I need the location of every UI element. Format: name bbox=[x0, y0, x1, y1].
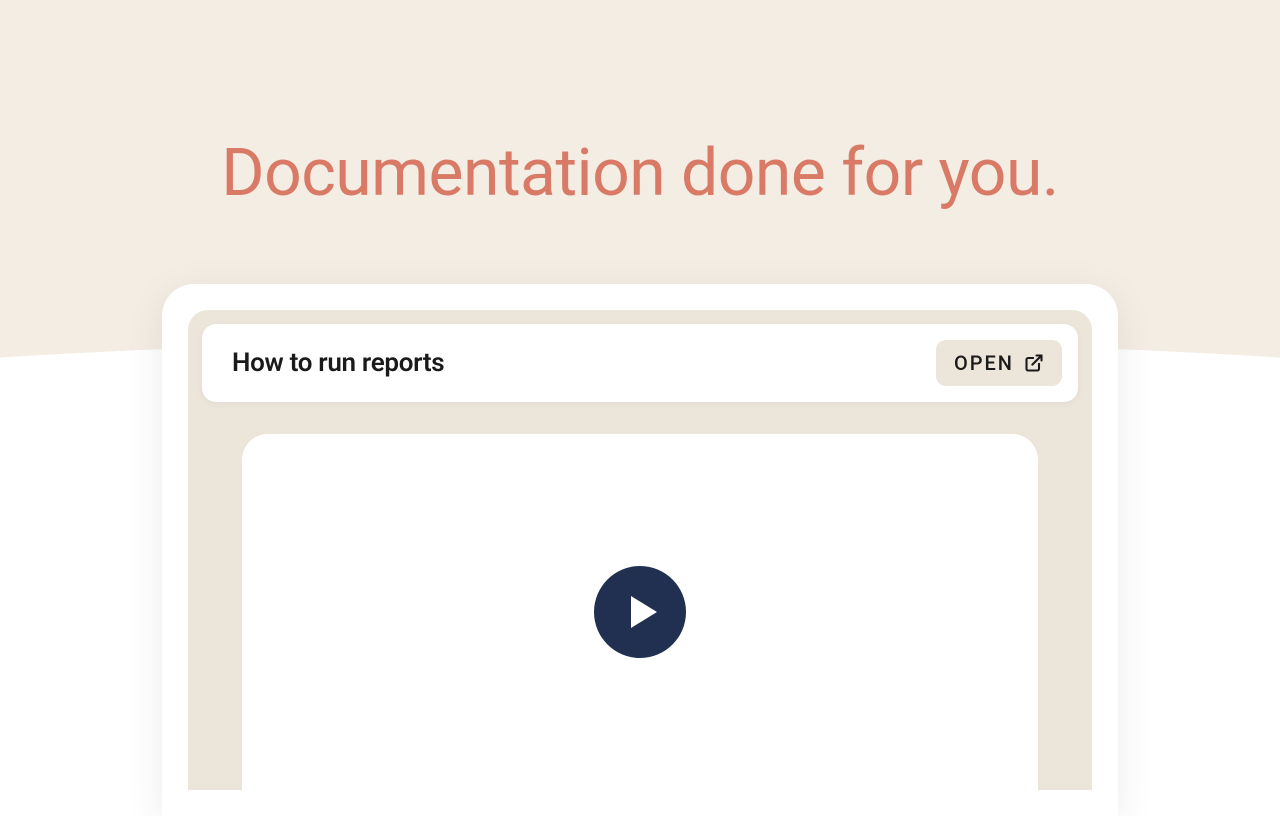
play-icon bbox=[631, 596, 657, 628]
card-header: How to run reports OPEN bbox=[202, 324, 1078, 402]
external-link-icon bbox=[1024, 353, 1044, 373]
video-preview bbox=[242, 434, 1038, 790]
page-headline: Documentation done for you. bbox=[221, 135, 1058, 212]
play-button[interactable] bbox=[594, 566, 686, 658]
content-container: Documentation done for you. How to run r… bbox=[0, 0, 1280, 800]
card-inner: How to run reports OPEN bbox=[188, 310, 1092, 790]
open-button[interactable]: OPEN bbox=[936, 340, 1062, 386]
document-title: How to run reports bbox=[232, 348, 444, 378]
open-button-label: OPEN bbox=[954, 351, 1014, 375]
document-card: How to run reports OPEN bbox=[162, 284, 1118, 816]
